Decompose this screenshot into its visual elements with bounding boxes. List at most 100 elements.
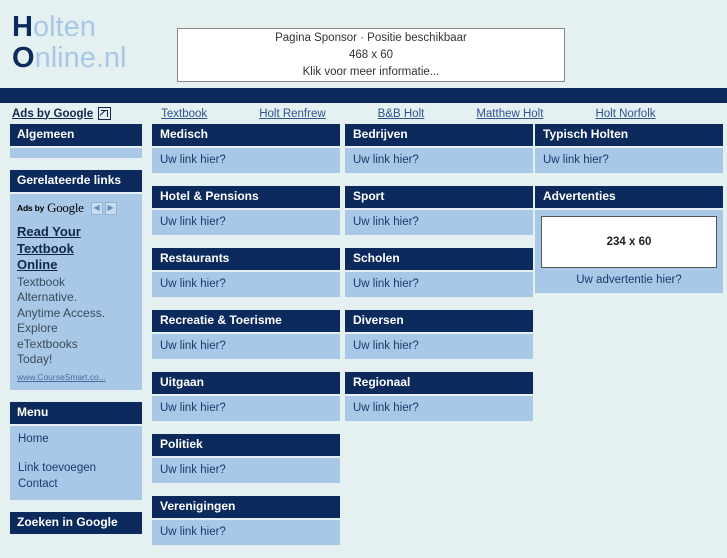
category-body-recreatie-toerisme[interactable]: Uw link hier?	[152, 334, 340, 359]
adsense-nav-arrows: ◀ ▶	[90, 201, 117, 215]
site-logo[interactable]: Holten Online.nl	[12, 12, 126, 74]
advertenties-body: 234 x 60 Uw advertentie hier?	[535, 210, 723, 293]
category-panel-verenigingen: Verenigingen Uw link hier?	[152, 496, 340, 545]
category-panel-diversen: Diversen Uw link hier?	[345, 310, 533, 359]
sidebar-heading-zoeken-in-google: Zoeken in Google	[10, 512, 142, 536]
ad-keyword-link-4[interactable]: Matthew Holt	[476, 108, 543, 120]
category-heading-politiek: Politiek	[152, 434, 340, 458]
ad-banner-caption[interactable]: Uw advertentie hier?	[541, 274, 717, 286]
logo-line-2: Online.nl	[12, 43, 126, 74]
sponsor-line-3: Klik voor meer informatie...	[302, 65, 440, 78]
ads-by-google-label[interactable]: Ads by Google	[12, 108, 93, 120]
category-panel-restaurants: Restaurants Uw link hier?	[152, 248, 340, 297]
sidebar-panel-gerelateerde-links: Gerelateerde links Ads by Google ◀ ▶ Rea…	[10, 170, 142, 390]
panel-advertenties: Advertenties 234 x 60 Uw advertentie hie…	[535, 186, 723, 293]
adsense-prev-arrow-icon[interactable]: ◀	[90, 201, 103, 215]
category-body-restaurants[interactable]: Uw link hier?	[152, 272, 340, 297]
adsense-ad-url[interactable]: www.CourseSmart.co...	[17, 372, 135, 382]
category-body-medisch[interactable]: Uw link hier?	[152, 148, 340, 173]
category-panel-medisch: Medisch Uw link hier?	[152, 124, 340, 173]
adsense-header: Ads by Google ◀ ▶	[17, 200, 135, 216]
sidebar-menu-list: Home Link toevoegen Contact	[10, 425, 142, 500]
logo-cap-o: O	[12, 42, 35, 74]
logo-rest-online: nline.nl	[34, 42, 127, 74]
sponsor-line-1: Pagina Sponsor · Positie beschikbaar	[275, 31, 467, 44]
sidebar-body-algemeen	[10, 148, 142, 158]
category-panel-bedrijven: Bedrijven Uw link hier?	[345, 124, 533, 173]
sidebar-panel-algemeen: Algemeen	[10, 124, 142, 158]
sidebar-heading-algemeen: Algemeen	[10, 124, 142, 148]
sidebar-panel-menu: Menu Home Link toevoegen Contact	[10, 401, 142, 500]
category-body-verenigingen[interactable]: Uw link hier?	[152, 520, 340, 545]
adsense-headline-line-1: Read Your	[17, 224, 81, 239]
ad-keyword-link-2[interactable]: Holt Renfrew	[259, 108, 325, 120]
sidebar-item-home[interactable]: Home	[18, 432, 134, 448]
adsense-body-line-3: Anytime Access.	[17, 305, 106, 320]
category-panel-recreatie-toerisme: Recreatie & Toerisme Uw link hier?	[152, 310, 340, 359]
sponsor-line-2: 468 x 60	[348, 48, 394, 61]
category-heading-uitgaan: Uitgaan	[152, 372, 340, 396]
menu-spacer	[18, 447, 134, 461]
adsense-next-arrow-icon[interactable]: ▶	[104, 201, 117, 215]
sidebar-heading-menu: Menu	[10, 401, 142, 426]
sidebar: Algemeen Gerelateerde links Ads by Googl…	[10, 124, 142, 548]
adsense-ad-headline[interactable]: Read Your Textbook Online	[17, 224, 135, 274]
category-panel-typisch-holten: Typisch Holten Uw link hier?	[535, 124, 723, 173]
ad-keyword-link-5[interactable]: Holt Norfolk	[595, 108, 655, 120]
category-panel-scholen: Scholen Uw link hier?	[345, 248, 533, 297]
external-link-icon[interactable]	[98, 107, 112, 120]
category-body-uitgaan[interactable]: Uw link hier?	[152, 396, 340, 421]
category-column-2: Bedrijven Uw link hier? Sport Uw link hi…	[345, 124, 533, 434]
sidebar-heading-gerelateerde-links: Gerelateerde links	[10, 170, 142, 194]
ad-keyword-link-3[interactable]: B&B Holt	[378, 108, 425, 120]
category-body-hotel-pensions[interactable]: Uw link hier?	[152, 210, 340, 235]
category-heading-medisch: Medisch	[152, 124, 340, 148]
sidebar-item-link-toevoegen[interactable]: Link toevoegen	[18, 461, 134, 477]
category-column-3: Typisch Holten Uw link hier? Advertentie…	[535, 124, 723, 306]
adsense-body-line-6: Today!	[17, 352, 53, 366]
adsense-headline-line-2: Textbook	[17, 240, 74, 256]
category-heading-verenigingen: Verenigingen	[152, 496, 340, 520]
heading-advertenties: Advertenties	[535, 186, 723, 210]
header-divider-band	[0, 88, 727, 103]
adsense-body-line-1: Textbook	[17, 274, 66, 289]
category-column-1: Medisch Uw link hier? Hotel & Pensions U…	[152, 124, 340, 558]
logo-cap-h: H	[12, 11, 33, 43]
page-header: Holten Online.nl Pagina Sponsor · Positi…	[0, 0, 727, 88]
category-heading-recreatie-toerisme: Recreatie & Toerisme	[152, 310, 340, 334]
category-panel-uitgaan: Uitgaan Uw link hier?	[152, 372, 340, 421]
category-heading-diversen: Diversen	[345, 310, 533, 334]
logo-rest-holten: olten	[32, 11, 96, 43]
google-ads-link-bar: Ads by Google Textbook Holt Renfrew B&B …	[0, 103, 727, 124]
category-body-sport[interactable]: Uw link hier?	[345, 210, 533, 235]
main-content: Algemeen Gerelateerde links Ads by Googl…	[0, 124, 727, 545]
category-heading-regionaal: Regionaal	[345, 372, 533, 396]
category-body-bedrijven[interactable]: Uw link hier?	[345, 148, 533, 173]
category-panel-politiek: Politiek Uw link hier?	[152, 434, 340, 483]
category-panel-sport: Sport Uw link hier?	[345, 186, 533, 235]
ad-keyword-link-1[interactable]: Textbook	[161, 108, 207, 120]
adsense-body-line-5: eTextbooks	[17, 336, 78, 351]
sponsor-banner[interactable]: Pagina Sponsor · Positie beschikbaar 468…	[177, 28, 565, 82]
sidebar-panel-zoeken-in-google: Zoeken in Google	[10, 512, 142, 536]
category-body-typisch-holten[interactable]: Uw link hier?	[535, 148, 723, 173]
adsense-ad-body: Textbook Alternative. Anytime Access. Ex…	[17, 275, 135, 368]
ad-banner-placeholder[interactable]: 234 x 60	[541, 216, 717, 268]
category-heading-typisch-holten: Typisch Holten	[535, 124, 723, 148]
category-body-scholen[interactable]: Uw link hier?	[345, 272, 533, 297]
category-heading-sport: Sport	[345, 186, 533, 210]
category-body-politiek[interactable]: Uw link hier?	[152, 458, 340, 483]
category-body-regionaal[interactable]: Uw link hier?	[345, 396, 533, 421]
category-panel-hotel-pensions: Hotel & Pensions Uw link hier?	[152, 186, 340, 235]
adsense-google-wordmark: Google	[47, 200, 84, 215]
category-body-diversen[interactable]: Uw link hier?	[345, 334, 533, 359]
adsense-headline-line-3: Online	[17, 257, 58, 272]
adsense-ads-by-label: Ads by	[17, 203, 45, 213]
sidebar-adsense-unit: Ads by Google ◀ ▶ Read Your Textbook Onl…	[10, 194, 142, 390]
category-heading-scholen: Scholen	[345, 248, 533, 272]
category-heading-restaurants: Restaurants	[152, 248, 340, 272]
adsense-body-line-2: Alternative.	[17, 290, 78, 304]
category-panel-regionaal: Regionaal Uw link hier?	[345, 372, 533, 421]
sidebar-item-contact[interactable]: Contact	[18, 477, 134, 493]
category-heading-bedrijven: Bedrijven	[345, 124, 533, 148]
